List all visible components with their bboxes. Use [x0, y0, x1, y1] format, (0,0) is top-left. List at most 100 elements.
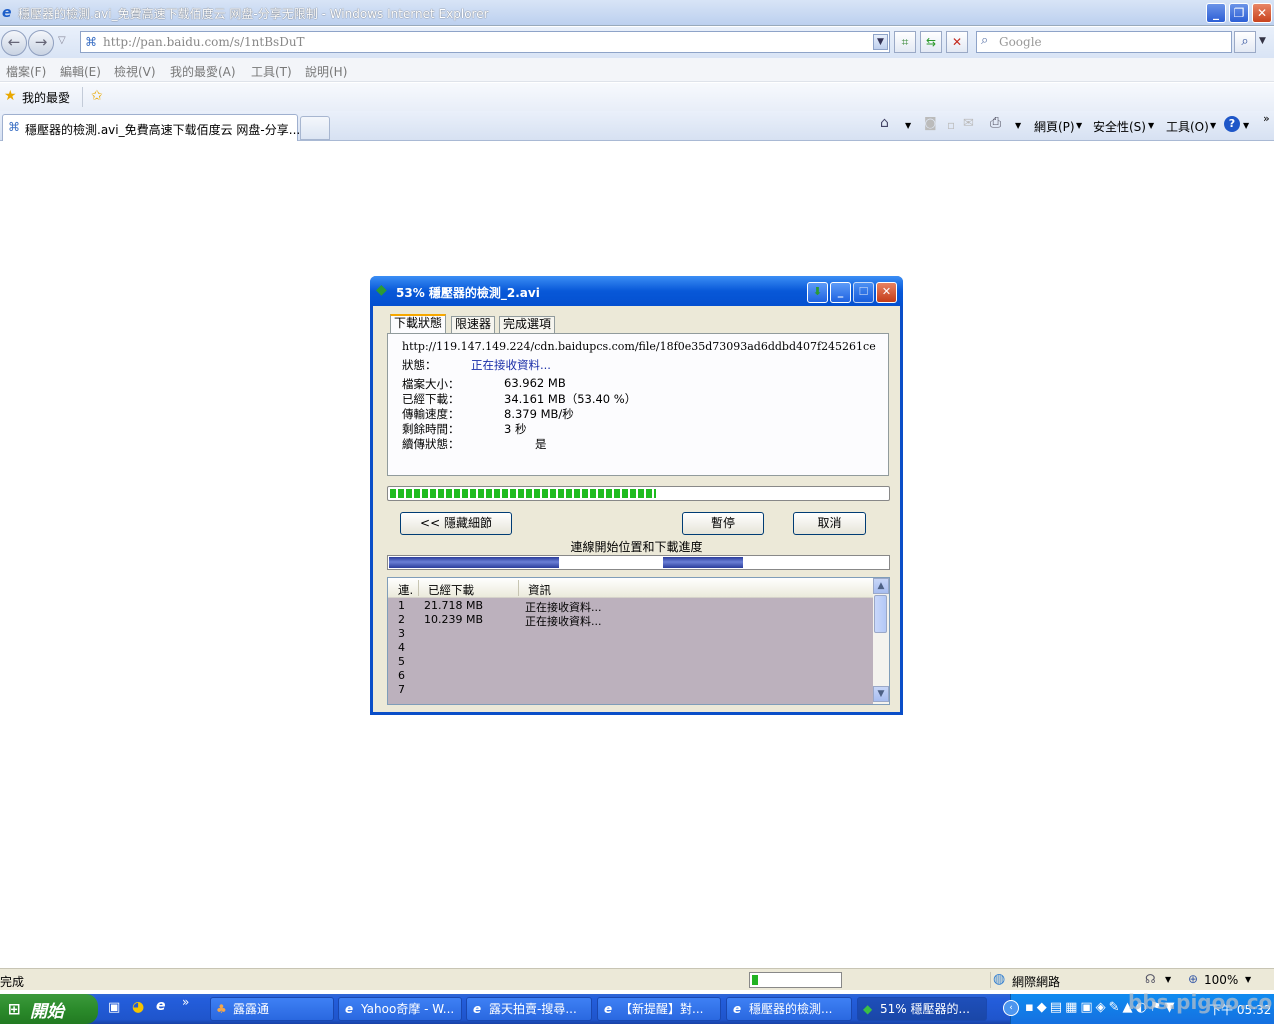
task-button[interactable]: e 【新提醒】對...: [597, 997, 721, 1021]
feeds-icon[interactable]: ◙: [924, 116, 937, 131]
task-button[interactable]: e 露天拍賣-搜尋...: [466, 997, 592, 1021]
address-bar[interactable]: ⌘ http://pan.baidu.com/s/1ntBsDuT ▼: [80, 31, 890, 53]
address-dropdown-icon[interactable]: ▼: [873, 34, 888, 50]
windows-logo-icon: ⊞: [8, 1000, 21, 1018]
col-info[interactable]: 資訊: [528, 582, 551, 598]
menu-help[interactable]: 說明(H): [305, 63, 347, 80]
file-size-value: 63.962 MB: [504, 376, 566, 390]
home-icon[interactable]: ⌂: [880, 115, 889, 131]
more-commands-icon[interactable]: »: [1263, 112, 1270, 125]
pause-button[interactable]: 暫停: [682, 512, 764, 535]
zoom-icon[interactable]: ⊕: [1188, 972, 1198, 986]
task-button[interactable]: e Yahoo奇摩 - W...: [338, 997, 462, 1021]
task-label: Yahoo奇摩 - W...: [361, 1002, 455, 1016]
search-options-icon[interactable]: ▼: [1259, 36, 1266, 46]
menu-edit[interactable]: 編輯(E): [60, 63, 101, 80]
history-dropdown-icon[interactable]: ▽: [58, 35, 66, 46]
separator: [82, 87, 83, 107]
refresh-icon[interactable]: ⇆: [920, 31, 942, 53]
list-header: 連. 已經下載 資訊: [388, 578, 873, 598]
dialog-maximize-button[interactable]: ☐: [853, 282, 874, 303]
task-button[interactable]: e 穩壓器的檢測...: [726, 997, 852, 1021]
protected-mode-icon[interactable]: ☊: [1145, 972, 1156, 986]
connection-row[interactable]: 5: [388, 655, 873, 669]
segments-bar: [387, 555, 890, 570]
field-label: 已經下載：: [402, 392, 460, 406]
mail-icon[interactable]: ✉: [963, 116, 974, 131]
connection-row[interactable]: 6: [388, 669, 873, 683]
task-label: 【新提醒】對...: [620, 1002, 704, 1016]
list-scrollbar[interactable]: ▲ ▼: [873, 578, 889, 704]
tray-expand-icon[interactable]: ‹: [1003, 1000, 1019, 1016]
col-downloaded[interactable]: 已經下載: [428, 582, 474, 598]
task-label: 穩壓器的檢測...: [749, 1002, 833, 1016]
hide-details-button[interactable]: << 隱藏細節: [400, 512, 512, 535]
search-input[interactable]: ⌕ Google: [976, 31, 1232, 53]
field-label: 剩餘時間：: [402, 422, 460, 436]
show-desktop-icon[interactable]: ▣: [108, 1000, 120, 1015]
tools-menu[interactable]: 工具(O): [1166, 118, 1209, 135]
favorites-button[interactable]: 我的最愛: [22, 89, 70, 106]
quicklaunch-more-icon[interactable]: »: [182, 995, 189, 1009]
connection-row[interactable]: 4: [388, 641, 873, 655]
resume-value: 是: [535, 437, 547, 451]
minimize-button[interactable]: _: [1206, 3, 1226, 23]
scroll-thumb[interactable]: [874, 595, 887, 633]
print-icon[interactable]: ⎙: [990, 115, 1001, 131]
chrome-icon[interactable]: ◕: [132, 999, 144, 1015]
close-button[interactable]: ✕: [1252, 3, 1272, 23]
menu-view[interactable]: 檢視(V): [114, 63, 156, 80]
cancel-button[interactable]: 取消: [793, 512, 866, 535]
dialog-tray-button[interactable]: ⬇: [807, 282, 828, 303]
forward-button[interactable]: →: [28, 30, 54, 56]
segment-progress: [663, 557, 744, 568]
tab-current[interactable]: ⌘ 穩壓器的檢測.avi_免費高速下载佰度云 网盘-分享...: [2, 114, 300, 141]
stop-icon[interactable]: ✕: [946, 31, 968, 53]
connection-row[interactable]: 1 21.718 MB 正在接收資料...: [388, 599, 873, 614]
downloaded-value: 34.161 MB（53.40 %）: [504, 392, 637, 406]
dialog-close-button[interactable]: ✕: [876, 282, 897, 303]
tab-speed-limiter[interactable]: 限速器: [451, 316, 496, 333]
new-tab-button[interactable]: [300, 116, 330, 140]
page-menu[interactable]: 網頁(P): [1034, 118, 1075, 135]
start-button[interactable]: ⊞ 開始: [0, 994, 98, 1024]
row-number: 2: [398, 613, 405, 626]
tab-download-status[interactable]: 下載狀態: [390, 314, 447, 334]
zone-text: 網際網路: [1012, 975, 1061, 989]
address-row: ← → ▽ ⌘ http://pan.baidu.com/s/1ntBsDuT …: [0, 27, 1274, 58]
menu-file[interactable]: 檔案(F): [6, 63, 46, 80]
connection-row[interactable]: 7: [388, 683, 873, 697]
task-button[interactable]: ♣ 露露通: [210, 997, 334, 1021]
scroll-down-icon[interactable]: ▼: [873, 686, 889, 702]
download-dialog: ◆ 53% 穩壓器的檢測_2.avi ⬇ _ ☐ ✕ 下載狀態 限速器 完成選項…: [370, 276, 903, 715]
status-text: 完成: [0, 975, 25, 989]
zoom-level[interactable]: 100%: [1204, 973, 1238, 987]
protected-dropdown-icon[interactable]: ▼: [1165, 975, 1171, 984]
dialog-minimize-button[interactable]: _: [830, 282, 851, 303]
dialog-title-bar[interactable]: ◆ 53% 穩壓器的檢測_2.avi ⬇ _ ☐ ✕: [370, 276, 903, 306]
add-favorite-icon[interactable]: ✩: [91, 88, 103, 104]
menu-favorites[interactable]: 我的最愛(A): [170, 63, 236, 80]
scroll-up-icon[interactable]: ▲: [873, 578, 889, 594]
help-icon[interactable]: ?: [1224, 116, 1240, 132]
safety-menu[interactable]: 安全性(S): [1093, 118, 1146, 135]
zoom-dropdown-icon[interactable]: ▼: [1245, 975, 1251, 984]
connection-row[interactable]: 3: [388, 627, 873, 641]
col-connection[interactable]: 連.: [398, 582, 413, 598]
task-button-active[interactable]: ◆ 51% 穩壓器的...: [857, 997, 987, 1021]
search-icon[interactable]: ⌕: [1234, 31, 1256, 53]
restore-button[interactable]: ❐: [1229, 3, 1249, 23]
compat-view-icon[interactable]: ⌗: [894, 31, 916, 53]
menu-tools[interactable]: 工具(T): [251, 63, 292, 80]
status-label: 狀態：: [402, 358, 437, 372]
tab-completion-options[interactable]: 完成選項: [499, 316, 556, 333]
ie-launch-icon[interactable]: e: [156, 998, 166, 1014]
help-dropdown-icon[interactable]: ▼: [1243, 121, 1249, 130]
connection-row[interactable]: 2 10.239 MB 正在接收資料...: [388, 613, 873, 628]
ie-logo-icon: e: [2, 5, 12, 21]
home-dropdown-icon[interactable]: ▼: [905, 121, 911, 130]
back-button[interactable]: ←: [1, 30, 27, 56]
segment-progress: [389, 557, 559, 568]
col-divider: [418, 580, 419, 596]
print-dropdown-icon[interactable]: ▼: [1015, 121, 1021, 130]
